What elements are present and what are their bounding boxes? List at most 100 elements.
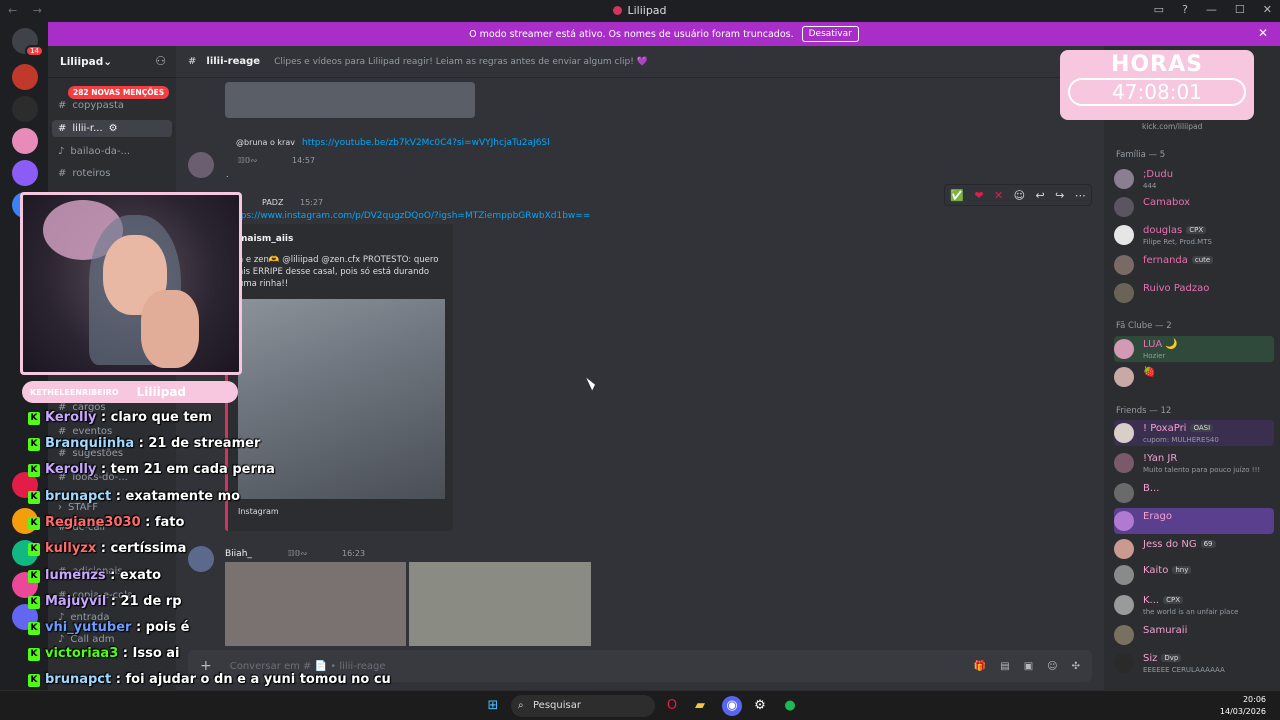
chat-username: Majuyvil [45,594,107,609]
message-author[interactable]: Biiah_ [225,549,252,559]
kick-badge-icon: K [28,622,40,635]
invite-icon[interactable]: ⚇ [155,54,166,68]
chat-message: : exato [105,568,162,583]
member-item[interactable]: Samuraii [1114,622,1274,648]
chat-message: : tem 21 em cada perna [96,462,275,477]
kick-badge-icon: K [28,674,40,687]
settings-icon[interactable]: ⚙ [109,123,118,134]
close-window-button[interactable]: ✕ [1263,3,1272,16]
kick-badge-icon: K [28,570,40,583]
channel-item[interactable]: # roteiros [58,168,110,179]
stream-chat-line: Kvictoriaa3 : Isso ai [28,646,180,661]
forward-icon[interactable]: ↪ [1055,189,1064,202]
channel-name: lilii-reage [206,56,261,67]
member-item[interactable]: ;Dudu 444 [1114,166,1274,192]
member-item[interactable]: LUA 🌙 Hozier [1114,336,1274,362]
avatar [1114,453,1134,473]
avatar [1114,225,1134,245]
group-header: Friends — 12 [1116,406,1172,416]
member-item[interactable]: Erago [1114,508,1274,534]
help-icon[interactable]: ? [1182,3,1188,16]
avatar[interactable] [188,152,214,178]
stream-chat-line: K Kerolly : claro que tem [28,410,212,425]
member-item[interactable]: Kaito hny [1114,562,1274,588]
server-icon[interactable] [12,64,38,90]
opera-icon[interactable]: O [662,696,682,716]
taskbar-search[interactable]: ⌕ Pesquisar [511,695,655,717]
member-item[interactable]: B... [1114,480,1274,506]
member-item[interactable]: Ruivo Padzao [1114,280,1274,306]
reply-preview[interactable]: @bruna o krav [236,138,295,147]
embed-author[interactable]: maism_aiis [238,234,293,244]
reply-icon[interactable]: ↩ [1036,189,1045,202]
kick-badge-icon: K [28,412,40,425]
member-item[interactable]: 🍓 [1114,364,1274,390]
new-mentions-badge[interactable]: 282 NOVAS MENÇÕES [68,86,170,99]
maximize-button[interactable]: ☐ [1235,3,1245,16]
message-link[interactable]: https://youtube.be/zb7kV2Mc0C4?si=wVYJhc… [302,138,550,148]
stream-chat-line: K Kerolly : tem 21 em cada perna [28,462,275,477]
check-reaction-icon[interactable]: ✅ [950,189,964,202]
server-icon[interactable] [12,96,38,122]
server-header[interactable]: Liliipad ⌄ ⚇ [48,46,176,78]
chat-message: : exatamente mo [111,489,241,504]
message-text: . [226,170,229,179]
file-explorer-icon[interactable]: ▰ [690,696,710,716]
direct-messages-icon[interactable]: 14 [12,28,44,57]
steam-icon[interactable]: ⚙ [750,696,770,716]
discord-icon[interactable]: ◉ [722,696,742,716]
avatar [1114,565,1134,585]
more-icon[interactable]: ⋯ [1075,189,1086,202]
member-item[interactable]: Jess do NG 69 [1114,536,1274,562]
channel-item[interactable]: ♪ bailao-da-... [58,146,130,157]
member-item[interactable]: Siz Dvp EEEEEE CERULAAAAAA [1114,650,1274,676]
system-clock[interactable]: 20:06 14/03/2026 [1220,694,1266,718]
windows-start-icon[interactable]: ⊞ [483,696,503,716]
avatar [1114,653,1134,673]
timer-value: 47:08:01 [1068,78,1246,106]
add-reaction-icon[interactable]: ☺ [1014,189,1025,202]
instagram-embed: maism_aiis a e zen🫶 @liliipad @zen.cfx P… [225,224,453,531]
chat-area: # lilii-reage Clipes e vídeos para Lilii… [176,46,1104,690]
member-item[interactable]: ! PoxaPri OASI cupom: MULHERES40 [1114,420,1274,446]
banner-close-icon[interactable]: ✕ [1258,26,1268,40]
role-badge: PADZ [262,198,284,207]
message-image[interactable] [225,562,406,646]
group-header: Família — 5 [1116,150,1166,160]
member-activity: kick.com/liliipad [1142,122,1203,131]
avatar[interactable] [188,546,214,572]
window-titlebar: ← → Liliipad ▭ ? — ☐ ✕ [0,0,1280,22]
member-item[interactable]: fernanda cute [1114,252,1274,278]
avatar [1114,625,1134,645]
group-header: Fã Clube — 2 [1116,321,1172,331]
gif-icon[interactable]: ▤ [1000,661,1009,672]
member-item[interactable]: !Yan JR Muito talento para pouco juízo !!… [1114,450,1274,476]
app-title: Liliipad [0,4,1280,17]
message-image[interactable] [409,562,591,646]
member-item[interactable]: K... CPX the world is an unfair place [1114,592,1274,618]
message-link[interactable]: https://www.instagram.com/p/DV2qugzDQoO/… [228,211,590,221]
video-thumbnail[interactable] [225,82,475,118]
server-icon[interactable] [12,128,38,154]
minimize-button[interactable]: — [1206,3,1217,16]
heart-reaction-icon[interactable]: ❤ [974,189,983,202]
app-logo-icon [613,6,623,15]
gift-icon[interactable]: 🎁 [974,661,986,672]
channel-topic[interactable]: Clipes e vídeos para Liliipad reagir! Le… [274,57,648,67]
channel-item-active[interactable]: # lilii-r... ⚙ [52,120,172,137]
emoji-icon[interactable]: ☺ [1047,661,1057,672]
apps-icon[interactable]: ✣ [1072,661,1080,672]
x-reaction-icon[interactable]: ✕ [994,189,1003,202]
avatar [1114,367,1134,387]
stream-chat-line: Kbrunapct : foi ajudar o dn e a yuni tom… [28,672,391,687]
sticker-icon[interactable]: ▣ [1024,661,1033,672]
disable-streamer-button[interactable]: Desativar [801,26,859,42]
server-icon[interactable] [12,160,38,186]
member-item[interactable]: Camabox [1114,194,1274,220]
avatar [1114,483,1134,503]
channel-item[interactable]: ♪ Call adm [58,634,114,645]
inbox-icon[interactable]: ▭ [1154,3,1164,16]
member-item[interactable]: douglas CPX Filipe Ret, Prod.MTS [1114,222,1274,248]
channel-item[interactable]: # copypasta [58,100,124,111]
spotify-icon[interactable]: ● [780,696,800,716]
